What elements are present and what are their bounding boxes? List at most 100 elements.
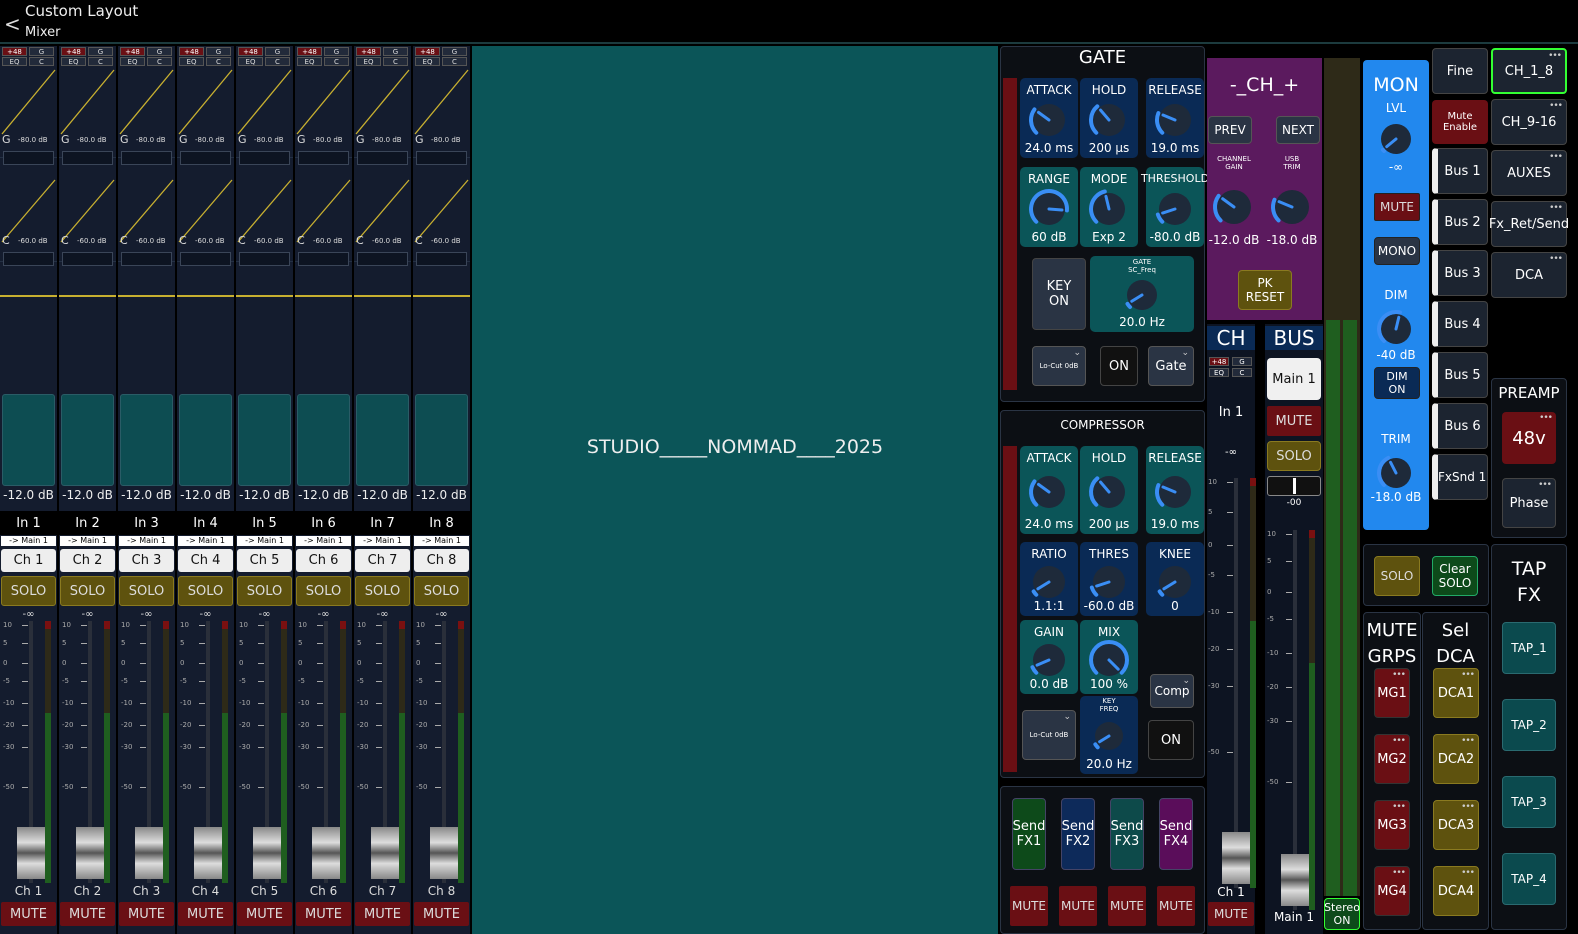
global-solo-button[interactable]: SOLO bbox=[1374, 556, 1420, 596]
mute-group-3[interactable]: MG3 ••• bbox=[1374, 800, 1410, 850]
channel-pad[interactable] bbox=[61, 394, 114, 486]
stereo-on-button[interactable]: Stereo ON bbox=[1324, 898, 1360, 930]
ch-g-tag[interactable]: G bbox=[1232, 357, 1252, 366]
comp-knob-ratio[interactable]: RATIO 1.1:1 bbox=[1020, 542, 1078, 616]
knob-icon[interactable] bbox=[1027, 470, 1071, 514]
gate-knob-range[interactable]: RANGE 60 dB bbox=[1020, 167, 1078, 247]
comp-knob-release[interactable]: RELEASE 19.0 ms bbox=[1146, 446, 1204, 534]
solo-button[interactable]: SOLO bbox=[178, 576, 233, 606]
gate-tag[interactable]: G bbox=[265, 47, 290, 56]
comp-knob-knee[interactable]: KNEE 0 bbox=[1146, 542, 1204, 616]
comp-knob-attack[interactable]: ATTACK 24.0 ms bbox=[1020, 446, 1078, 534]
dim-knob-icon[interactable] bbox=[1375, 308, 1417, 350]
bank-button-2[interactable]: CH_9-16 ••• bbox=[1491, 99, 1567, 145]
bus-select-5[interactable]: Bus 5 bbox=[1432, 352, 1488, 398]
tap-fx-3-button[interactable]: TAP_3 bbox=[1502, 776, 1556, 828]
solo-button[interactable]: SOLO bbox=[355, 576, 410, 606]
mono-button[interactable]: MONO bbox=[1374, 237, 1420, 265]
eq-tag[interactable]: EQ bbox=[61, 57, 86, 66]
gate-knob-attack[interactable]: ATTACK 24.0 ms bbox=[1020, 78, 1078, 158]
mute-button[interactable]: MUTE bbox=[355, 902, 410, 926]
channel-pad[interactable] bbox=[415, 394, 468, 486]
channel-select-button[interactable]: Ch 5 bbox=[237, 549, 292, 572]
send-fx1-button[interactable]: Send FX1 bbox=[1012, 798, 1046, 870]
comp-value-box[interactable] bbox=[239, 252, 290, 266]
knob-icon[interactable] bbox=[1153, 560, 1197, 604]
bus-main-button[interactable]: Main 1 bbox=[1267, 358, 1321, 400]
lvl-knob-icon[interactable] bbox=[1375, 118, 1417, 160]
gate-value-box[interactable] bbox=[180, 151, 231, 165]
mute-button[interactable]: MUTE bbox=[414, 902, 469, 926]
channel-pad[interactable] bbox=[297, 394, 350, 486]
phantom-tag[interactable]: +48 bbox=[61, 47, 86, 56]
fader-knob[interactable] bbox=[1281, 854, 1309, 906]
knob-icon[interactable] bbox=[1087, 470, 1131, 514]
gate-sc-freq-knob[interactable]: GATE SC_Freq 20.0 Hz bbox=[1090, 256, 1194, 332]
mute-enable-button[interactable]: Mute Enable bbox=[1432, 100, 1488, 144]
fader-knob[interactable] bbox=[76, 827, 104, 879]
chgain-knob-icon[interactable] bbox=[1211, 184, 1257, 230]
comp-curve[interactable] bbox=[59, 172, 116, 262]
knob-icon[interactable] bbox=[1153, 187, 1197, 231]
dca-3[interactable]: DCA3 ••• bbox=[1433, 800, 1479, 850]
gate-tag[interactable]: G bbox=[383, 47, 408, 56]
comp-on-button[interactable]: ON bbox=[1148, 720, 1194, 760]
gate-tag[interactable]: G bbox=[147, 47, 172, 56]
solo-button[interactable]: SOLO bbox=[60, 576, 115, 606]
send-fx3-button[interactable]: Send FX3 bbox=[1110, 798, 1144, 870]
fine-button[interactable]: Fine bbox=[1432, 48, 1488, 94]
comp-value-box[interactable] bbox=[357, 252, 408, 266]
ch-fader[interactable]: 10 5 0 -5 -10 -20 -30 -50 bbox=[1208, 478, 1258, 888]
channel-route[interactable]: -> Main 1 bbox=[60, 536, 115, 546]
ch-eq-tag[interactable]: EQ bbox=[1209, 368, 1229, 377]
comp-key-freq-knob[interactable]: KEY FREQ 20.0 Hz bbox=[1080, 696, 1138, 774]
bus-select-1[interactable]: Bus 1 bbox=[1432, 148, 1488, 194]
comp-curve[interactable] bbox=[236, 172, 293, 262]
trim-knob-icon[interactable] bbox=[1375, 452, 1417, 494]
prev-channel-button[interactable]: PREV bbox=[1208, 116, 1252, 144]
eq-tag[interactable]: EQ bbox=[356, 57, 381, 66]
ch-p48-tag[interactable]: +48 bbox=[1209, 357, 1229, 366]
dca-1[interactable]: DCA1 ••• bbox=[1433, 668, 1479, 718]
channel-fader[interactable]: 10 5 0 -5 -10 -20 -30 -50 bbox=[180, 621, 230, 883]
comp-tag[interactable]: C bbox=[206, 57, 231, 66]
bus-select-7[interactable]: FxSnd 1 bbox=[1432, 454, 1488, 500]
channel-pad[interactable] bbox=[356, 394, 409, 486]
dim-on-button[interactable]: DIM ON bbox=[1374, 367, 1420, 399]
channel-pad[interactable] bbox=[238, 394, 291, 486]
comp-value-box[interactable] bbox=[298, 252, 349, 266]
knob-icon[interactable] bbox=[1089, 716, 1129, 756]
phantom-tag[interactable]: +48 bbox=[415, 47, 440, 56]
solo-button[interactable]: SOLO bbox=[1, 576, 56, 606]
channel-fader[interactable]: 10 5 0 -5 -10 -20 -30 -50 bbox=[239, 621, 289, 883]
next-channel-button[interactable]: NEXT bbox=[1276, 116, 1320, 144]
gate-value-box[interactable] bbox=[298, 151, 349, 165]
gate-value-box[interactable] bbox=[3, 151, 54, 165]
tap-fx-1-button[interactable]: TAP_1 bbox=[1502, 622, 1556, 674]
fader-knob[interactable] bbox=[253, 827, 281, 879]
channel-select-button[interactable]: Ch 4 bbox=[178, 549, 233, 572]
comp-curve[interactable] bbox=[0, 172, 57, 262]
channel-select-button[interactable]: Ch 7 bbox=[355, 549, 410, 572]
bank-button-4[interactable]: Fx_Ret/Send ••• bbox=[1489, 201, 1569, 247]
phantom-tag[interactable]: +48 bbox=[356, 47, 381, 56]
channel-select-button[interactable]: Ch 6 bbox=[296, 549, 351, 572]
knob-icon[interactable] bbox=[1087, 187, 1131, 231]
comp-curve[interactable] bbox=[295, 172, 352, 262]
channel-pad[interactable] bbox=[120, 394, 173, 486]
mute-group-4[interactable]: MG4 ••• bbox=[1374, 866, 1410, 916]
gate-type-select[interactable]: Gate ⌄ bbox=[1148, 346, 1194, 386]
gate-knob-mode[interactable]: MODE Exp 2 bbox=[1080, 167, 1138, 247]
fader-knob[interactable] bbox=[371, 827, 399, 879]
channel-route[interactable]: -> Main 1 bbox=[1, 536, 56, 546]
bank-button-1[interactable]: CH_1_8 ••• bbox=[1491, 48, 1567, 94]
tap-fx-2-button[interactable]: TAP_2 bbox=[1502, 699, 1556, 751]
channel-pad[interactable] bbox=[179, 394, 232, 486]
comp-knob-mix[interactable]: MIX 100 % bbox=[1080, 620, 1138, 694]
knob-icon[interactable] bbox=[1153, 98, 1197, 142]
knob-icon[interactable] bbox=[1027, 98, 1071, 142]
gate-value-box[interactable] bbox=[239, 151, 290, 165]
phase-button[interactable]: Phase ••• bbox=[1502, 478, 1556, 528]
phantom-48v-button[interactable]: 48v ••• bbox=[1502, 412, 1556, 464]
knob-icon[interactable] bbox=[1121, 274, 1163, 316]
